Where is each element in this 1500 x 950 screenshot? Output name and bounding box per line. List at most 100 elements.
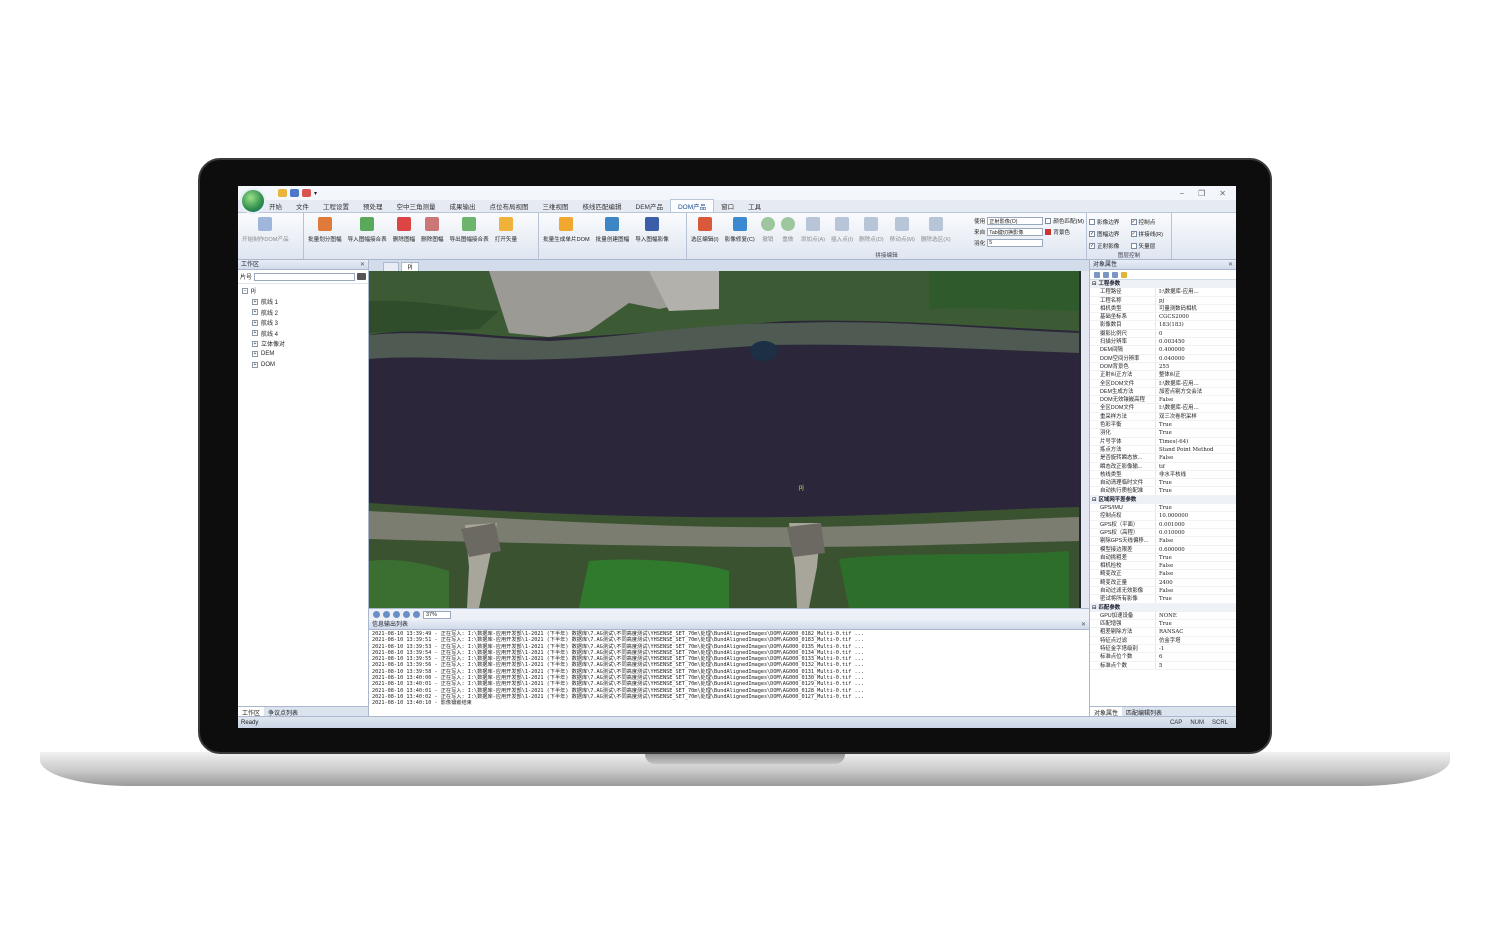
property-value[interactable]: tif [1156,463,1236,470]
alphabetical-icon[interactable] [1103,272,1109,278]
expand-icon[interactable]: + [252,351,258,358]
property-row[interactable]: 自动清理临时文件 True [1090,479,1236,488]
batch-create-sheets-button[interactable]: 批量创建图幅 [594,215,632,251]
collapse-icon[interactable]: ⊟ [1092,604,1097,612]
property-value[interactable]: Stand Point Method [1156,446,1236,453]
property-row[interactable]: 片号字体 Times(-64) [1090,437,1236,446]
minimize-button[interactable]: − [1179,189,1184,198]
tab-disputed-points[interactable]: 争议点列表 [264,707,302,717]
property-value[interactable]: True [1156,429,1236,436]
close-button[interactable]: ✕ [1219,189,1226,198]
add-point-button[interactable]: 添加点(A) [799,215,827,251]
property-row[interactable]: 模型接边限差 0.600000 [1090,545,1236,554]
property-pages-icon[interactable] [1112,272,1118,278]
tree-node[interactable]: + 航线 4 [242,328,364,339]
property-row[interactable]: DEM生成方法 加密点剔方交会法 [1090,387,1236,397]
property-row[interactable]: 匹配增强 True [1090,620,1236,629]
property-value[interactable]: 0.400000 [1156,346,1236,353]
tab-11[interactable]: 窗口 [714,200,741,212]
color-match-checkbox[interactable] [1045,217,1052,224]
undo-icon[interactable] [302,189,311,197]
import-sheet-index-button[interactable]: 导入图幅接合表 [346,215,389,251]
property-row[interactable]: 全区DOM文件 I:\数据库-应用... [1090,404,1236,413]
tab-2[interactable]: 工程设置 [316,200,356,212]
tab-1[interactable]: 文件 [289,200,316,212]
property-row[interactable]: 控制点权 10.000000 [1090,512,1236,521]
checkbox-icon[interactable]: ✓ [1089,230,1095,237]
property-row[interactable]: 特征点过滤 仿金字塔 [1090,636,1236,646]
zoom-out-icon[interactable] [383,611,390,618]
property-value[interactable]: 0.003450 [1156,338,1236,345]
property-row[interactable]: 基础坐标系 CGCS2000 [1090,313,1236,322]
pan-icon[interactable] [403,611,410,618]
bgcolor-swatch-icon[interactable] [1045,228,1052,235]
checkbox-icon[interactable]: ✓ [1130,218,1137,225]
property-value[interactable]: 10.000000 [1156,512,1236,519]
redo-button[interactable]: 重做 [779,215,797,251]
property-row[interactable]: DOM无效镶嵌高程 False [1090,396,1236,405]
property-row[interactable]: GPU加速设备 NONE [1090,611,1236,621]
maximize-button[interactable]: ❐ [1198,189,1205,198]
app-logo-icon[interactable] [240,188,266,214]
quick-access-dropdown[interactable]: ▾ [314,190,317,197]
property-value[interactable]: 255 [1156,363,1236,370]
property-value[interactable]: False [1156,454,1236,461]
property-row[interactable]: 全区DOM文件 I:\数据库-应用... [1090,379,1236,388]
map-view[interactable]: pj [369,271,1089,608]
property-value[interactable]: True [1156,421,1236,428]
property-value[interactable]: 仿金字塔 [1156,637,1236,644]
property-value[interactable]: True [1156,479,1236,486]
property-row[interactable]: 密试将所有影像 True [1090,595,1236,604]
property-row[interactable]: 标准点位个数 6 [1090,653,1236,662]
property-row[interactable]: 核线类型 非水平核线 [1090,470,1236,480]
property-row[interactable]: 特征金字塔级别 -1 [1090,645,1236,654]
tab-8[interactable]: 核线匹配编辑 [576,200,629,212]
property-row[interactable]: 标准点个数 5 [1090,661,1236,670]
property-value[interactable]: True [1156,554,1236,561]
tree-node[interactable]: + DEM [242,349,364,360]
zoom-fit-icon[interactable] [393,611,400,618]
property-row[interactable]: 拣点方法 Stand Point Method [1090,445,1236,455]
open-icon[interactable] [278,189,287,197]
property-value[interactable]: NONE [1156,612,1236,619]
tab-7[interactable]: 三维视图 [536,200,576,212]
property-value[interactable]: True [1156,487,1236,494]
layer-check-1[interactable]: ✓ 控制点 [1130,216,1170,227]
property-value[interactable]: 0.001000 [1156,521,1236,528]
property-row[interactable]: 自动执行质检配准 True [1090,487,1236,496]
expand-icon[interactable]: + [252,361,258,368]
source-select[interactable]: Tab键切换影像 [987,227,1044,236]
layer-check-5[interactable]: 矢量层 [1130,240,1170,251]
lightning-icon[interactable] [1121,272,1127,278]
property-row[interactable]: 自动挑粗差 True [1090,553,1236,563]
move-point-button[interactable]: 移动点(M) [888,215,917,251]
tab-12[interactable]: 工具 [741,200,768,212]
tab-5[interactable]: 成果输出 [443,200,483,212]
binoculars-icon[interactable] [357,273,366,280]
property-value[interactable]: I:\数据库-应用... [1156,404,1236,411]
start-dom-button[interactable]: 开始制作DOM产品 [240,215,291,251]
categorized-icon[interactable] [1094,272,1100,278]
property-value[interactable]: False [1156,587,1236,594]
image-repair-button[interactable]: 影像修复(C) [723,215,757,251]
property-value[interactable]: 2400 [1156,579,1236,586]
collapse-icon[interactable]: − [242,288,248,295]
property-value[interactable]: 183(183) [1156,321,1236,328]
property-value[interactable]: Times(-64) [1156,438,1236,445]
property-value[interactable]: 双三次卷积采样 [1156,413,1236,420]
property-value[interactable]: True [1156,504,1236,511]
checkbox-icon[interactable]: ✓ [1130,230,1137,237]
doc-tab-pj[interactable]: pj [400,262,420,271]
tab-6[interactable]: 点位布局视图 [483,200,536,212]
property-category[interactable]: ⊟ 工程参数 [1090,280,1236,289]
props-close-icon[interactable]: ✕ [1228,260,1236,269]
property-row[interactable]: 工程路径 I:\数据库-应用... [1090,288,1236,297]
property-row[interactable]: DEM间隔 0.400000 [1090,346,1236,355]
property-value[interactable]: RANSAC [1156,628,1236,635]
property-row[interactable]: GPS/IMU True [1090,504,1236,513]
property-value[interactable]: 非水平核线 [1156,471,1236,478]
property-value[interactable]: False [1156,396,1236,403]
property-row[interactable]: 畸变改正 False [1090,570,1236,579]
property-row[interactable]: DOM空间分辨率 0.040000 [1090,354,1236,363]
property-value[interactable]: I:\数据库-应用... [1156,288,1236,295]
